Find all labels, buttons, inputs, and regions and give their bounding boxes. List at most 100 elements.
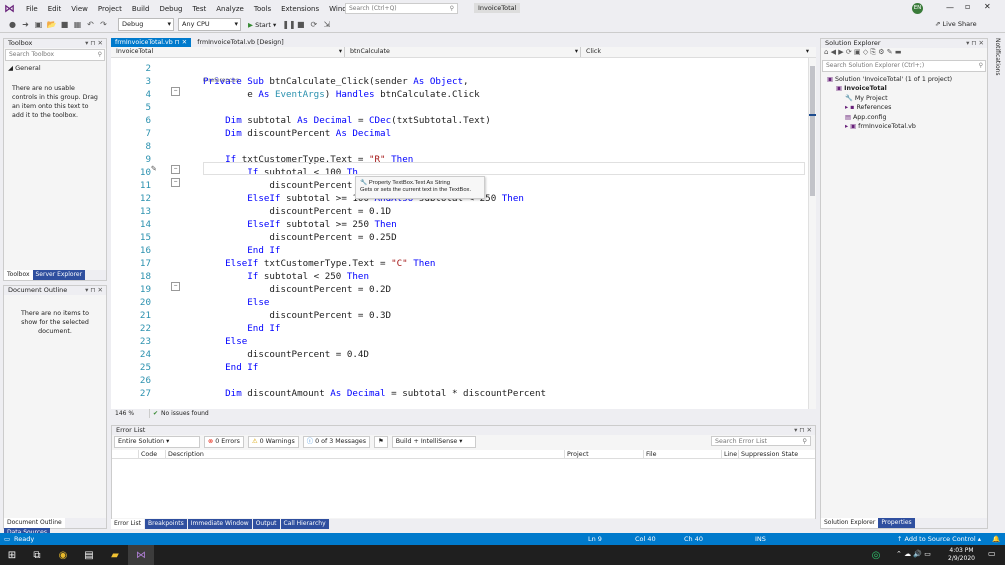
fold-icon[interactable]: −	[171, 87, 180, 96]
code-line[interactable]: 24 discountPercent = 0.4D	[111, 348, 808, 361]
code-line[interactable]: 7 Dim discountPercent As Decimal	[111, 127, 808, 140]
close-tab-icon[interactable]: ✕	[182, 39, 187, 46]
code-line[interactable]: 19 discountPercent = 0.2D	[111, 283, 808, 296]
code-line[interactable]: 25 End If	[111, 361, 808, 374]
code-line[interactable]: 2	[111, 62, 808, 75]
tree-item[interactable]: ▣ Solution 'InvoiceTotal' (1 of 1 projec…	[821, 75, 987, 84]
forward-icon[interactable]: ➜	[20, 19, 31, 30]
menu-item-analyze[interactable]: Analyze	[211, 5, 249, 13]
close-button[interactable]: ✕	[984, 2, 991, 11]
minimize-button[interactable]: —	[946, 3, 954, 12]
menu-item-test[interactable]: Test	[187, 5, 211, 13]
code-line[interactable]: 15 discountPercent = 0.25D	[111, 231, 808, 244]
tab-toolbox[interactable]: Toolbox	[4, 270, 33, 280]
redo-icon[interactable]: ↷	[98, 19, 109, 30]
tab-design-file[interactable]: frmInvoiceTotal.vb [Design]	[193, 38, 287, 47]
save-all-icon[interactable]: ▦	[72, 19, 83, 30]
tab-document-outline[interactable]: Document Outline	[4, 518, 65, 528]
save-icon[interactable]: ■	[59, 19, 70, 30]
vs-logo-icon[interactable]: ⋈	[4, 2, 18, 15]
tab-properties[interactable]: Properties	[878, 518, 915, 528]
tree-item[interactable]: ▣ InvoiceTotal	[821, 84, 987, 93]
bell-icon[interactable]: 🔔	[992, 533, 1000, 545]
task-view-icon[interactable]: ⧉	[24, 545, 50, 565]
menu-item-project[interactable]: Project	[93, 5, 127, 13]
code-line[interactable]: 26	[111, 374, 808, 387]
error-search[interactable]: Search Error List ⚲	[711, 436, 811, 446]
code-editor[interactable]: 2 3 Private Sub btnCalculate_Click(sender …	[111, 58, 808, 409]
tab-code-file[interactable]: frmInvoiceTotal.vb ⊓ ✕	[111, 38, 192, 47]
start-button[interactable]: ▶ Start ▾	[248, 21, 276, 29]
code-line[interactable]: 17 ElseIf txtCustomerType.Text = "C" The…	[111, 257, 808, 270]
back-icon[interactable]: ●	[7, 19, 18, 30]
tree-item[interactable]: 🔧 My Project	[821, 94, 987, 103]
open-icon[interactable]: 📂	[46, 19, 57, 30]
windows-start-icon[interactable]: ⊞	[0, 545, 24, 565]
fold-icon[interactable]: −	[171, 178, 180, 187]
issues-status[interactable]: No issues found	[161, 409, 209, 418]
live-share-button[interactable]: ⇗ Live Share	[935, 20, 977, 28]
system-tray-icons[interactable]: ⌃ ☁ 🔊 ▭	[896, 550, 931, 558]
menu-item-extensions[interactable]: Extensions	[276, 5, 324, 13]
solution-explorer-search[interactable]: Search Solution Explorer (Ctrl+;) ⚲	[822, 60, 986, 72]
config-dropdown[interactable]: Debug	[118, 18, 174, 31]
tab-immediate-window[interactable]: Immediate Window	[187, 519, 252, 529]
notifications-tab[interactable]: Notifications	[990, 38, 1003, 98]
code-line[interactable]: 27 Dim discountAmount As Decimal = subto…	[111, 387, 808, 400]
tree-item[interactable]: ▸ ▪ References	[821, 103, 987, 112]
restart-icon[interactable]: ⟳	[308, 19, 319, 30]
notification-center-icon[interactable]: ▭	[988, 549, 996, 558]
code-line[interactable]: 22 End If	[111, 322, 808, 335]
panel-buttons[interactable]: ▾ ⊓ ✕	[794, 426, 812, 435]
menu-item-debug[interactable]: Debug	[154, 5, 187, 13]
toolbox-group-general[interactable]: ◢ General	[4, 62, 106, 74]
file-explorer-icon[interactable]: ▰	[102, 545, 128, 565]
panel-buttons[interactable]: ▾ ⊓ ✕	[85, 39, 103, 48]
add-to-source-control[interactable]: ↑ Add to Source Control ▴	[897, 533, 981, 545]
code-line[interactable]: 4 e As EventArgs) Handles btnCalculate.C…	[111, 88, 808, 101]
tree-item[interactable]: ▤ App.config	[821, 113, 987, 122]
pause-icon[interactable]: ❚❚	[282, 19, 295, 30]
tab-breakpoints[interactable]: Breakpoints	[145, 519, 187, 529]
menu-item-view[interactable]: View	[66, 5, 93, 13]
tab-output[interactable]: Output	[252, 519, 280, 529]
tab-error-list[interactable]: Error List	[111, 519, 145, 529]
user-avatar[interactable]: EN	[912, 3, 923, 14]
column-code[interactable]: Code	[138, 450, 157, 459]
pin-icon[interactable]: ⊓	[175, 39, 180, 46]
code-line[interactable]: 16 End If	[111, 244, 808, 257]
column-line[interactable]: Line	[721, 450, 737, 459]
chrome-icon[interactable]: ◉	[50, 545, 76, 565]
code-line[interactable]: 20 Else	[111, 296, 808, 309]
filter-icon[interactable]: ⚑	[374, 435, 388, 448]
code-line[interactable]: 6 Dim subtotal As Decimal = CDec(txtSubt…	[111, 114, 808, 127]
fold-icon[interactable]: −	[171, 165, 180, 174]
undo-icon[interactable]: ↶	[85, 19, 96, 30]
code-line[interactable]: 18 If subtotal < 250 Then	[111, 270, 808, 283]
visual-studio-icon[interactable]: ⋈	[128, 545, 154, 565]
panel-buttons[interactable]: ▾ ⊓ ✕	[966, 39, 984, 48]
code-line[interactable]: 8	[111, 140, 808, 153]
code-line[interactable]: 13 discountPercent = 0.1D	[111, 205, 808, 218]
project-dropdown[interactable]: InvoiceTotal	[111, 47, 345, 57]
code-line[interactable]: 5	[111, 101, 808, 114]
code-line[interactable]: 14 ElseIf subtotal >= 250 Then	[111, 218, 808, 231]
network-meter-icon[interactable]: ◎	[866, 545, 886, 565]
messages-filter[interactable]: ⓘ 0 of 3 Messages	[302, 435, 371, 448]
new-project-icon[interactable]: ▣	[33, 19, 44, 30]
clock[interactable]: 4:03 PM 2/9/2020	[948, 547, 975, 563]
tab-server-explorer[interactable]: Server Explorer	[32, 270, 86, 280]
menu-item-build[interactable]: Build	[127, 5, 155, 13]
member-dropdown[interactable]: Click	[581, 47, 811, 57]
maximize-button[interactable]: ▫	[965, 2, 970, 11]
menu-item-file[interactable]: File	[21, 5, 43, 13]
stop-icon[interactable]: ■	[295, 19, 306, 30]
scope-dropdown[interactable]: Entire Solution ▾	[114, 435, 200, 448]
tree-item[interactable]: ▸ ▣ frmInvoiceTotal.vb	[821, 122, 987, 131]
column-project[interactable]: Project	[564, 450, 589, 459]
tab-call-hierarchy[interactable]: Call Hierarchy	[280, 519, 329, 529]
code-line[interactable]: 21 discountPercent = 0.3D	[111, 309, 808, 322]
code-lens-references[interactable]: 0 references	[203, 77, 239, 84]
build-dropdown[interactable]: Build + IntelliSense ▾	[391, 435, 476, 448]
fold-icon[interactable]: −	[171, 282, 180, 291]
